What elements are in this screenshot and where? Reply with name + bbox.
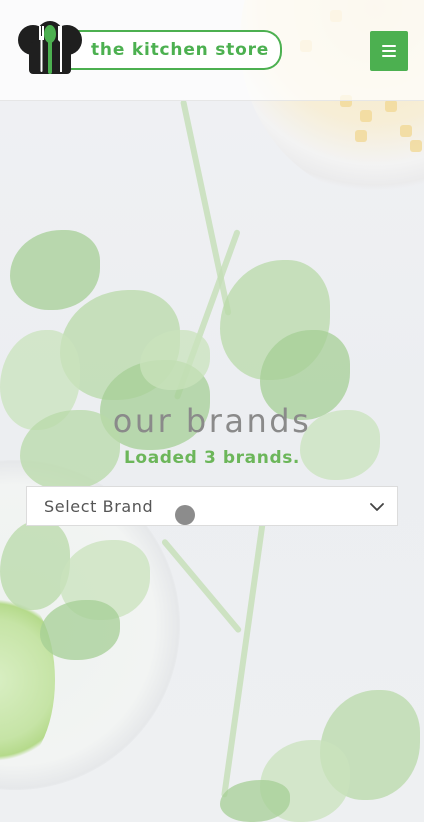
site-header: the kitchen store xyxy=(0,0,424,101)
status-message: Loaded 3 brands. xyxy=(124,448,300,468)
pointer-cursor xyxy=(175,505,195,525)
hamburger-icon-line xyxy=(382,45,396,47)
hamburger-icon-line xyxy=(382,55,396,57)
chevron-down-icon xyxy=(370,503,384,511)
page-title: our brands xyxy=(112,402,312,440)
site-logo[interactable]: the kitchen store xyxy=(17,20,282,76)
menu-button[interactable] xyxy=(370,31,408,71)
logo-text: the kitchen store xyxy=(91,40,270,60)
hamburger-icon-line xyxy=(382,50,396,52)
brand-select[interactable]: Select Brand xyxy=(26,486,398,526)
chef-hat-logo-icon xyxy=(18,21,82,74)
brand-select-value: Select Brand xyxy=(44,496,154,516)
